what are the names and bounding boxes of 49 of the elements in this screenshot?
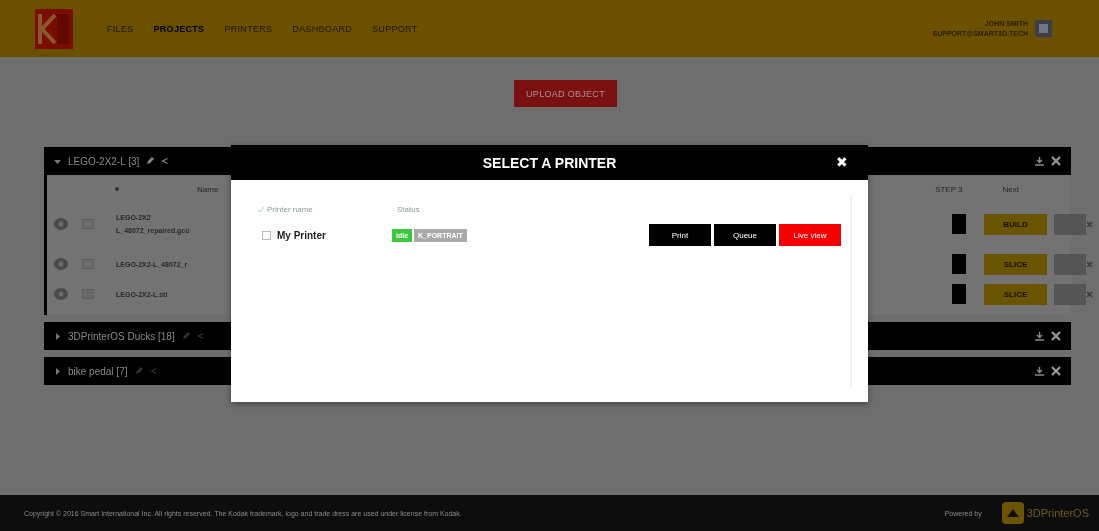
file-icon <box>54 218 68 230</box>
step-button[interactable]: BUILD <box>984 213 1047 235</box>
nav-link[interactable]: FILES <box>107 23 154 34</box>
logo-icon[interactable] <box>35 8 73 49</box>
thumbnail <box>1054 213 1086 235</box>
project-title: bike pedal [7] <box>68 365 128 377</box>
download-icon[interactable] <box>1035 366 1044 376</box>
action-button[interactable]: Print <box>649 224 711 246</box>
project-title: 3DPrinterOS Ducks [18] <box>68 330 175 342</box>
brand-name: 3DPrinterOS <box>1026 507 1089 519</box>
project-title: LEGO-2X2-L [3] <box>68 155 140 167</box>
delete-icon[interactable] <box>1086 260 1093 268</box>
thumbnail <box>1054 253 1086 275</box>
step-button[interactable]: SLICE <box>984 253 1047 275</box>
printer-name: My Printer <box>277 229 327 241</box>
caret-down-icon[interactable] <box>54 157 61 165</box>
dialog-title: SELECT A PRINTER <box>482 154 617 171</box>
upload-button[interactable]: UPLOAD OBJECT <box>514 80 617 107</box>
caret-right-icon[interactable] <box>54 367 61 375</box>
download-icon[interactable] <box>1035 156 1044 166</box>
delete-icon[interactable] <box>1086 220 1093 228</box>
close-icon[interactable] <box>1051 156 1061 166</box>
step-button[interactable]: SLICE <box>984 283 1047 305</box>
caret-right-icon[interactable] <box>54 332 61 340</box>
nav-link[interactable]: DASHBOARD <box>292 23 373 34</box>
column-header: STEP 3 <box>935 184 963 194</box>
close-icon[interactable] <box>1051 331 1061 341</box>
nav-link[interactable]: PROJECTS <box>153 23 225 34</box>
column-header: Next <box>1002 184 1019 194</box>
close-icon[interactable] <box>1051 366 1061 376</box>
thumbnail <box>1054 283 1086 305</box>
nav-link[interactable]: SUPPORT <box>372 23 438 34</box>
delete-icon[interactable] <box>1086 290 1093 298</box>
action-button[interactable]: Queue <box>714 224 776 246</box>
download-icon[interactable] <box>1035 331 1044 341</box>
checkbox[interactable] <box>262 230 271 240</box>
printer-logo-icon <box>1001 502 1024 524</box>
edit-icon[interactable] <box>146 157 155 165</box>
close-button[interactable]: ✖ <box>836 153 848 171</box>
column-header: Name <box>197 184 220 194</box>
column-header: Printer name <box>267 204 314 214</box>
file-icon <box>54 288 68 300</box>
action-button[interactable]: Live view <box>779 224 841 246</box>
user-menu-icon[interactable] <box>1035 20 1052 37</box>
column-header: Status <box>397 204 420 214</box>
file-icon <box>54 258 68 270</box>
check-icon <box>258 206 264 212</box>
share-icon[interactable] <box>161 157 170 165</box>
nav-link[interactable]: PRINTERS <box>224 23 293 34</box>
